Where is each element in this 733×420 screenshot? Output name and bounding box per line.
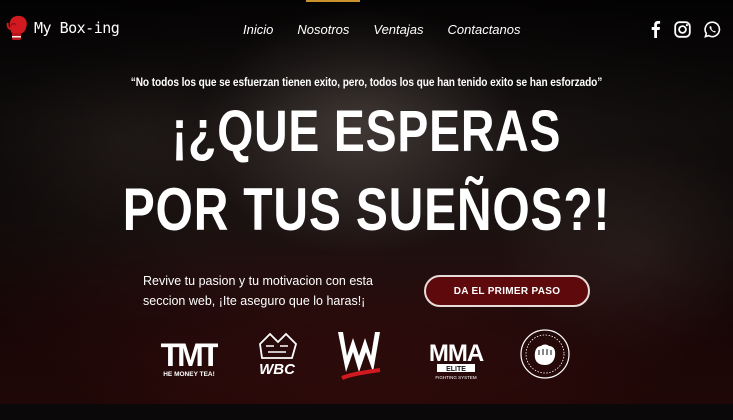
- tmt-logo-mark: TMT: [161, 337, 218, 373]
- page-bottom-strip: [0, 404, 733, 420]
- brand-logo[interactable]: My Box-ing: [6, 13, 120, 43]
- hero-headline-line-2: POR TUS SUEÑOS?!: [122, 176, 611, 243]
- brand-name: My Box-ing: [34, 19, 120, 37]
- mma-logo-sub: ELITE: [446, 366, 466, 373]
- boxing-glove-icon: [6, 15, 27, 40]
- wbc-logo-mark: WBC: [259, 361, 296, 378]
- facebook-icon[interactable]: [650, 20, 661, 43]
- tmt-logo-caption: HE MONEY TEA!: [163, 371, 215, 378]
- mma-logo-caption: FIGHTING SYSTEM: [435, 375, 477, 380]
- main-menu: Inicio Nosotros Ventajas Contactanos: [243, 22, 545, 37]
- hero-headline-line-1: ¡¿QUE ESPERAS: [171, 99, 562, 164]
- nav-inicio[interactable]: Inicio: [243, 22, 273, 37]
- wwe-logo: [338, 332, 381, 380]
- partner-logos: TMT HE MONEY TEA! WBC MMA ELITE FIGHTING…: [0, 328, 733, 384]
- navbar: My Box-ing Inicio Nosotros Ventajas Cont…: [0, 0, 733, 58]
- cta-button[interactable]: DA EL PRIMER PASO: [424, 275, 590, 307]
- nav-contactanos[interactable]: Contactanos: [448, 22, 521, 37]
- tmt-logo: TMT HE MONEY TEA!: [161, 337, 218, 378]
- instagram-icon[interactable]: [674, 20, 691, 43]
- nav-nosotros[interactable]: Nosotros: [297, 22, 349, 37]
- hero-quote: “No todos los que se esfuerzan tienen ex…: [130, 77, 603, 89]
- mma-logo-mark: MMA: [429, 340, 484, 367]
- hero-subtext-line-2: seccion web, ¡Ite aseguro que lo haras!¡: [143, 294, 366, 308]
- nav-ventajas[interactable]: Ventajas: [373, 22, 423, 37]
- hero-subtext-line-1: Revive tu pasion y tu motivacion con est…: [143, 274, 373, 288]
- seal-logo: [520, 329, 570, 379]
- hero-subtext: Revive tu pasion y tu motivacion con est…: [143, 271, 413, 311]
- wbc-logo: WBC: [259, 332, 298, 378]
- whatsapp-icon[interactable]: [704, 20, 721, 43]
- mma-elite-logo: MMA ELITE FIGHTING SYSTEM: [429, 340, 485, 380]
- social-links: [637, 20, 721, 43]
